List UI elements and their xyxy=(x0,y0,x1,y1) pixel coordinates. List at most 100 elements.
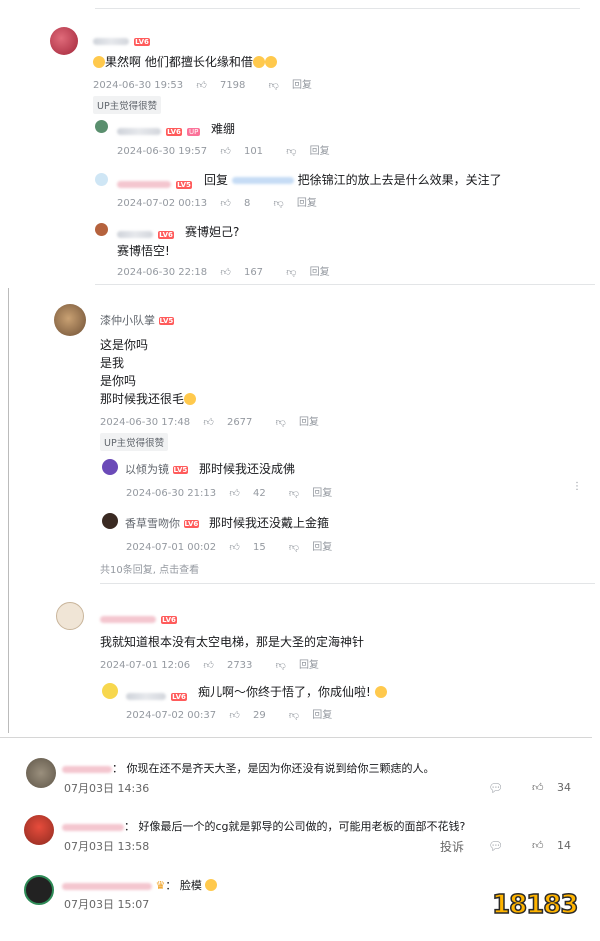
thumb-up-icon: 👍︎ xyxy=(229,710,240,721)
screenshot-edge-line xyxy=(8,288,9,733)
username[interactable]: LV6 UP xyxy=(117,121,201,140)
avatar[interactable] xyxy=(95,120,108,133)
avatar[interactable] xyxy=(102,513,118,529)
like-button[interactable]: 👍︎ 101 xyxy=(220,146,273,157)
avatar[interactable] xyxy=(102,683,118,699)
like-button[interactable]: 👍︎ 7198 xyxy=(196,80,255,91)
reply-text: 回复 把徐锦江的放上去是什么效果，关注了 xyxy=(204,173,502,187)
avatar[interactable] xyxy=(24,815,54,845)
timestamp: 2024-06-30 17:48 xyxy=(100,417,191,428)
avatar[interactable] xyxy=(102,459,118,475)
comment-text: ： 好像最后一个的cg就是郭导的公司做的，可能用老板的面部不花钱? xyxy=(62,818,465,834)
reply-text: 那时候我还没成佛 xyxy=(199,462,296,476)
section-divider xyxy=(0,737,592,738)
emoji-icon xyxy=(264,56,277,68)
reply-text: 那时候我还没戴上金箍 xyxy=(209,516,330,530)
more-options-icon[interactable]: ⋮ xyxy=(572,481,582,492)
like-button[interactable]: 👍︎ 167 xyxy=(220,267,273,278)
username[interactable]: 香草雪吻你 LV6 xyxy=(125,515,200,531)
avatar[interactable] xyxy=(56,602,84,630)
reply-prefix: 回复 xyxy=(204,173,229,187)
comment-line: 是我 xyxy=(100,356,125,370)
level-badge: LV6 xyxy=(166,127,182,136)
username[interactable]: LV6 xyxy=(100,609,177,628)
avatar[interactable] xyxy=(95,223,108,236)
comment-icon[interactable]: 💬︎ xyxy=(488,839,503,853)
timestamp: 2024-06-30 22:18 xyxy=(117,267,208,278)
reply-button[interactable]: 回复 xyxy=(297,198,317,209)
dislike-button[interactable]: 👎︎ xyxy=(276,660,286,671)
dislike-button[interactable]: 👎︎ xyxy=(269,80,279,91)
comment-icon[interactable]: 💬︎ xyxy=(488,781,503,795)
timestamp: 07月03日 13:58 xyxy=(64,840,150,853)
reply-button[interactable]: 回复 xyxy=(312,542,332,553)
avatar[interactable] xyxy=(24,875,54,905)
like-button[interactable]: 👍︎ 2677 xyxy=(203,417,262,428)
comment-line: 那时候我还很毛 xyxy=(100,390,197,407)
report-button[interactable]: 投诉 xyxy=(440,838,464,855)
avatar[interactable] xyxy=(50,27,78,55)
dislike-button[interactable]: 👎︎ xyxy=(286,146,296,157)
reply-button[interactable]: 回复 xyxy=(292,80,312,91)
username[interactable]: 漆仲小队掌 LV5 xyxy=(100,312,175,328)
avatar[interactable] xyxy=(95,173,108,186)
level-badge: LV6 xyxy=(158,230,174,239)
thread-divider xyxy=(95,284,595,285)
comment-text: ： 你现在还不是齐天大圣，是因为你还没有说到给你三颗痣的人。 xyxy=(62,760,435,776)
crown-icon: ♛ xyxy=(155,879,166,892)
thumb-up-icon: 👍︎ xyxy=(220,198,231,209)
timestamp: 2024-07-01 12:06 xyxy=(100,660,191,671)
avatar[interactable] xyxy=(26,758,56,788)
dislike-button[interactable]: 👎︎ xyxy=(289,488,299,499)
comment-meta: 2024-06-30 17:48 👍︎ 2677 👎︎ 回复 xyxy=(100,413,329,428)
comment-line: 这是你吗 xyxy=(100,338,149,352)
like-button[interactable]: 👍︎ 42 xyxy=(229,488,275,499)
dislike-button[interactable]: 👎︎ xyxy=(289,710,299,721)
like-button[interactable]: 👍︎ 8 xyxy=(220,198,260,209)
level-badge: LV6 xyxy=(134,37,150,46)
username[interactable]: LV6 xyxy=(126,686,187,705)
thumb-up-icon: 👍︎ xyxy=(229,488,240,499)
like-button[interactable]: 👍︎ 34 xyxy=(532,781,581,794)
up-liked-tag: UP主觉得很赞 xyxy=(100,433,169,451)
username[interactable]: LV6 xyxy=(117,224,174,243)
reply-button[interactable]: 回复 xyxy=(310,267,330,278)
timestamp: 2024-06-30 19:57 xyxy=(117,146,208,157)
like-button[interactable]: 👍︎ 2733 xyxy=(203,660,262,671)
dislike-button[interactable]: 👎︎ xyxy=(289,542,299,553)
watermark-logo: 18183 xyxy=(491,889,579,921)
dog-emoji-icon xyxy=(205,879,218,891)
avatar[interactable] xyxy=(54,304,86,336)
level-badge: LV6 xyxy=(183,520,200,528)
reply-meta: 2024-07-01 00:02 👍︎ 15 👎︎ 回复 xyxy=(126,538,342,553)
reply-text: 难绷 xyxy=(211,122,236,136)
dog-emoji-icon xyxy=(184,393,197,405)
thumb-up-icon: 👍︎ xyxy=(203,417,214,428)
dislike-button[interactable]: 👎︎ xyxy=(276,417,286,428)
username[interactable]: 以倾为镜 LV5 xyxy=(125,461,189,477)
reply-text-line2: 赛博悟空! xyxy=(117,244,170,258)
dislike-button[interactable]: 👎︎ xyxy=(286,267,296,278)
level-badge: LV5 xyxy=(158,317,175,325)
like-button[interactable]: 👍︎ 15 xyxy=(229,542,275,553)
reply-button[interactable]: 回复 xyxy=(299,417,319,428)
timestamp: 2024-07-02 00:37 xyxy=(126,710,217,721)
comment-text: 果然啊 他们都擅长化缘和借 xyxy=(93,53,277,70)
like-button[interactable]: 👍︎ 29 xyxy=(229,710,275,721)
reply-button[interactable]: 回复 xyxy=(312,488,332,499)
dog-emoji-icon xyxy=(374,686,387,698)
level-badge: LV5 xyxy=(172,466,189,474)
comment-meta: 2024-07-01 12:06 👍︎ 2733 👎︎ 回复 xyxy=(100,656,329,671)
up-badge: UP xyxy=(186,127,201,136)
top-divider xyxy=(95,8,580,9)
like-button[interactable]: 👍︎ 14 xyxy=(532,839,581,852)
username[interactable]: LV5 xyxy=(117,174,192,193)
timestamp: 2024-07-02 00:13 xyxy=(117,198,208,209)
reply-button[interactable]: 回复 xyxy=(312,710,332,721)
reply-button[interactable]: 回复 xyxy=(310,146,330,157)
username[interactable]: LV6 xyxy=(93,31,150,50)
dislike-button[interactable]: 👎︎ xyxy=(274,198,284,209)
comment-line: 是你吗 xyxy=(100,374,137,388)
view-more-replies[interactable]: 共10条回复, 点击查看 xyxy=(100,561,199,576)
reply-button[interactable]: 回复 xyxy=(299,660,319,671)
